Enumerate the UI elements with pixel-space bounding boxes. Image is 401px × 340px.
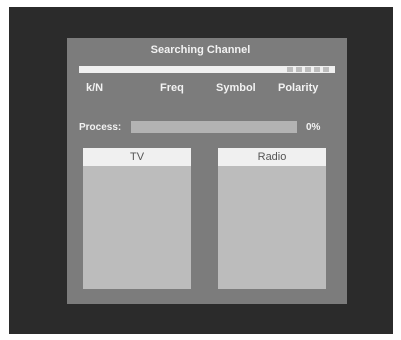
column-symbol: Symbol: [216, 82, 256, 94]
process-progress-bar: [131, 121, 297, 133]
column-kn: k/N: [86, 82, 104, 94]
dialog-title: Searching Channel: [150, 44, 251, 56]
process-percent: 0%: [306, 122, 321, 133]
column-polarity: Polarity: [278, 82, 319, 94]
radio-panel-title: Radio: [218, 148, 326, 166]
radio-panel: Radio: [218, 148, 326, 289]
tv-panel: TV: [83, 148, 191, 289]
signal-strip: [79, 66, 335, 73]
signal-indicator: [287, 67, 331, 72]
process-label: Process:: [79, 122, 122, 133]
tv-panel-title: TV: [83, 148, 191, 166]
column-freq: Freq: [160, 82, 184, 94]
